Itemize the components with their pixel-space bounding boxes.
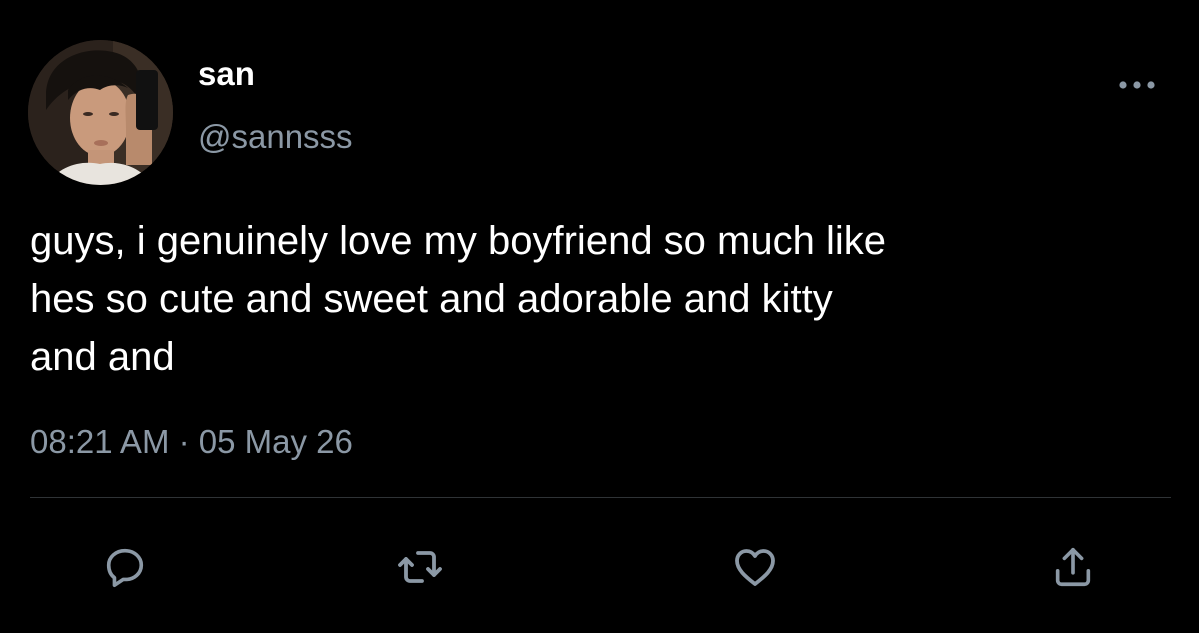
retweet-button[interactable] <box>396 543 444 591</box>
avatar[interactable] <box>28 40 173 185</box>
share-icon <box>1055 547 1091 587</box>
heart-icon <box>735 549 775 586</box>
tweet-timestamp[interactable]: 08:21 AM · 05 May 26 <box>30 420 353 464</box>
tweet-text: guys, i genuinely love my boyfriend so m… <box>30 219 886 379</box>
display-name[interactable]: san <box>198 54 255 94</box>
more-icon <box>1119 81 1155 89</box>
reply-icon <box>106 548 144 588</box>
like-button[interactable] <box>731 543 779 591</box>
share-button[interactable] <box>1049 543 1097 591</box>
more-button[interactable] <box>1112 70 1162 100</box>
reply-button[interactable] <box>101 543 149 591</box>
avatar-photo <box>28 40 173 185</box>
user-handle[interactable]: @sannsss <box>198 117 353 157</box>
tweet-card: san @sannsss guys, i genuinely love my b… <box>0 0 1199 633</box>
divider <box>30 497 1171 498</box>
retweet-icon <box>398 551 442 583</box>
